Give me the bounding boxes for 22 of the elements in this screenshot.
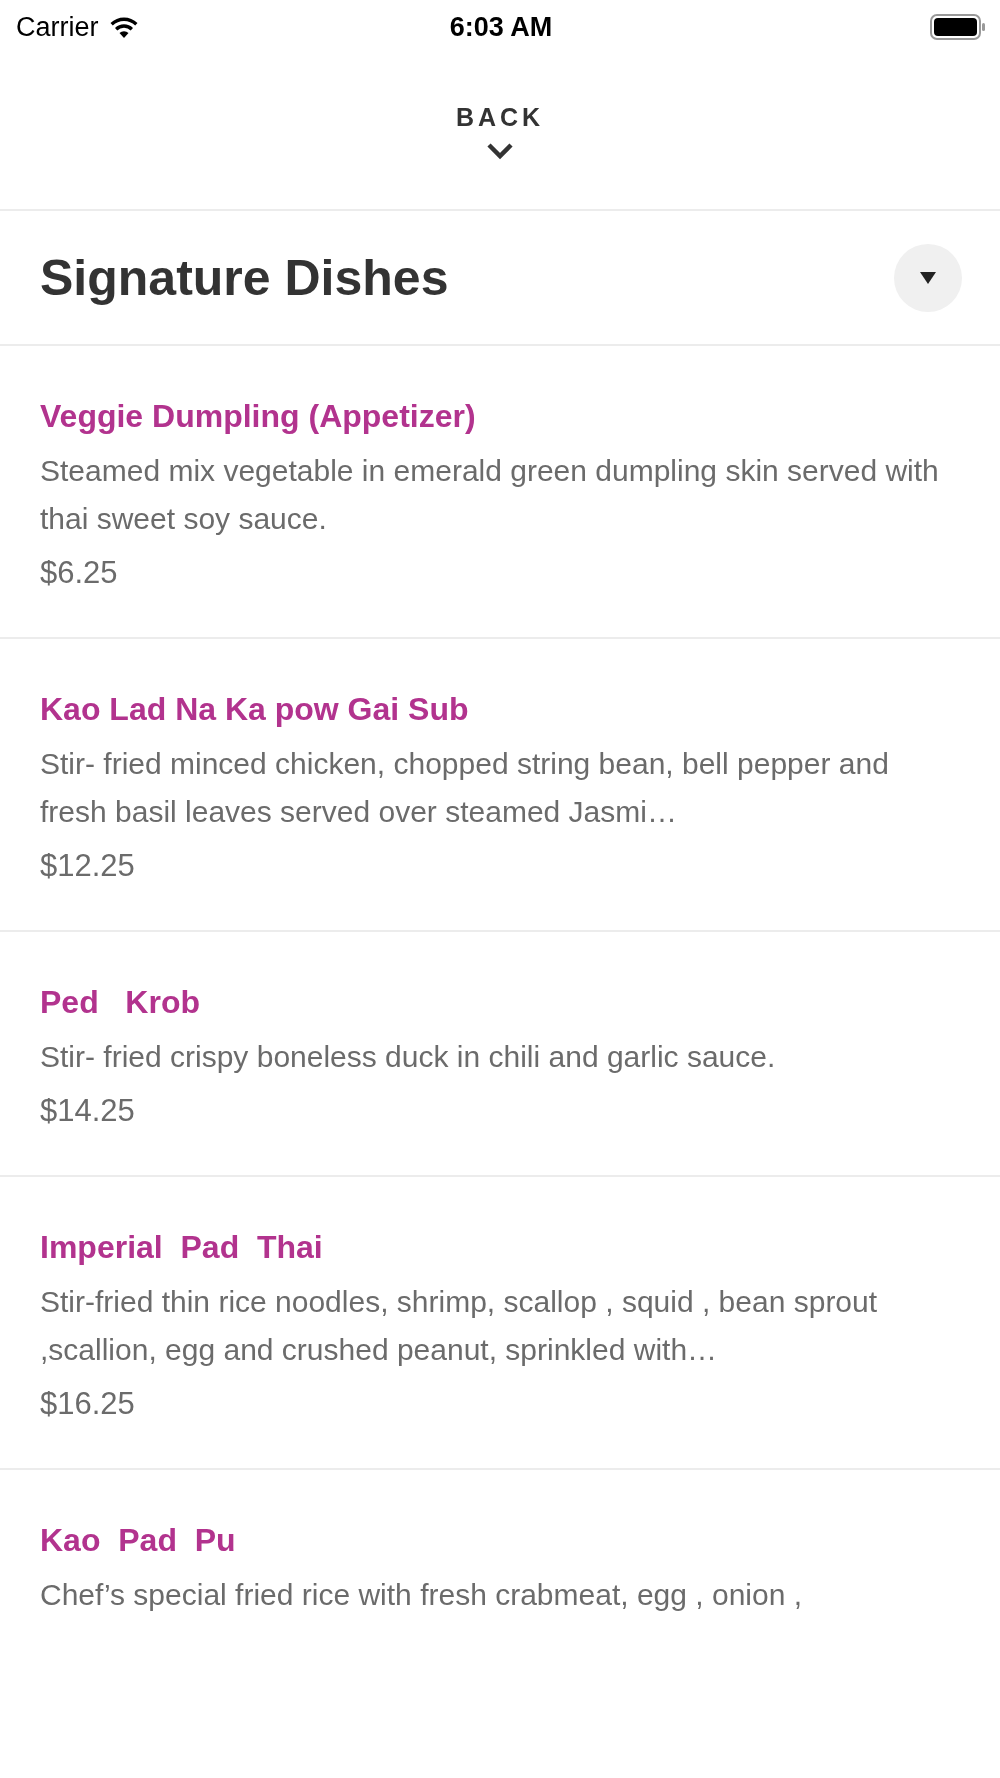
dish-price: $6.25 <box>40 555 119 591</box>
dish-description: Stir- fried crispy boneless duck in chili and garlic sauce. <box>40 1039 777 1075</box>
battery-icon <box>930 14 986 40</box>
dish-name[interactable]: Kao Lad Na Ka pow Gai Sub <box>40 691 960 728</box>
dish-name[interactable]: Kao Pad Pu <box>40 1522 960 1559</box>
back-button[interactable]: BACK <box>455 103 545 160</box>
clock-time: 6:03 AM <box>449 11 553 43</box>
dish-description: Stir- fried minced chicken, chopped string bean, bell pepper and fresh basil leaves served over steamed Jasmi… <box>40 746 890 830</box>
triangle-down-icon <box>920 271 936 284</box>
dish-description: Steamed mix vegetable in emerald green dumpling skin served with thai sweet soy sauce. <box>40 453 940 537</box>
section-title: Signature Dishes <box>40 248 449 307</box>
dish-price: $14.25 <box>40 1093 136 1129</box>
wifi-icon <box>108 16 139 38</box>
dish-description: Stir-fried thin rice noodles, shrimp, scallop , squid , bean sprout ,scallion, egg and crushed peanut, sprinkled with… <box>40 1284 879 1368</box>
dish-price: $12.25 <box>40 848 136 884</box>
carrier-label: Carrier <box>16 11 99 43</box>
dish-price: $16.25 <box>40 1386 136 1422</box>
dish-name[interactable]: Imperial Pad Thai <box>40 1229 960 1266</box>
dish-description: Chef’s special fried rice with fresh crabmeat, egg , onion , <box>40 1577 804 1613</box>
dish-name[interactable]: Ped Krob <box>40 984 960 1021</box>
chevron-down-icon <box>486 142 514 160</box>
dish-name[interactable]: Veggie Dumpling (Appetizer) <box>40 398 960 435</box>
